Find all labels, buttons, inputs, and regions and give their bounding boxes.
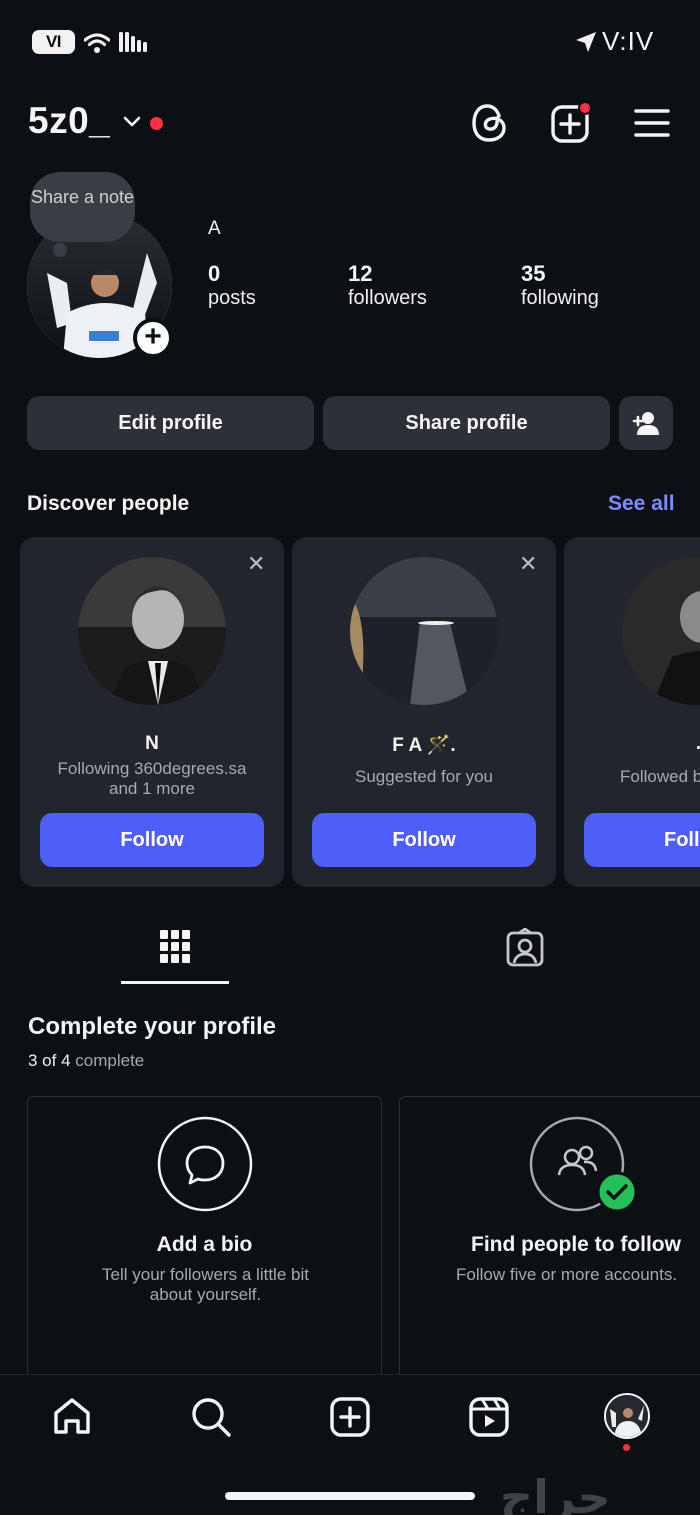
add-bio-card[interactable]: Add a bio Tell your followers a little b… (27, 1096, 382, 1386)
card-description: Tell your followers a little bit about y… (28, 1265, 383, 1305)
suggestion-subtitle: Followed b (620, 767, 700, 786)
complete-profile-title: Complete your profile (28, 1013, 277, 1040)
suggestion-card[interactable]: .. Followed b Foll (564, 537, 700, 887)
edit-profile-button[interactable]: Edit profile (27, 396, 314, 450)
add-story-button[interactable]: + (133, 318, 173, 358)
close-icon[interactable]: ✕ (519, 551, 537, 577)
username-switcher[interactable]: 5z0_ (28, 100, 110, 142)
stat-label: following (521, 287, 599, 309)
suggestion-avatar[interactable] (350, 557, 498, 705)
card-description: Follow five or more accounts. (456, 1265, 678, 1284)
suggestion-name: .. (686, 733, 700, 755)
see-all-link[interactable]: See all (608, 492, 675, 516)
note-tail (53, 243, 67, 257)
suggestion-avatar[interactable] (622, 557, 700, 705)
stat-value: 0 (208, 261, 221, 286)
suggestion-subtitle: Following 360degrees.sa and 1 more (20, 759, 284, 799)
stat-label: posts (208, 287, 256, 309)
watermark-logo: حراج (500, 1471, 611, 1515)
progress-label: complete (75, 1051, 145, 1070)
follow-button[interactable]: Foll (584, 813, 700, 867)
suggestion-avatar[interactable] (78, 557, 226, 705)
share-profile-button[interactable]: Share profile (323, 396, 610, 450)
search-icon[interactable] (190, 1396, 232, 1438)
suggestion-subtitle: Suggested for you (355, 767, 493, 786)
stat-value: 12 (348, 261, 373, 286)
share-note-bubble[interactable]: Share a note (30, 172, 135, 242)
menu-icon[interactable] (634, 107, 670, 139)
complete-profile-progress: 3 of 4 complete (28, 1051, 144, 1071)
battery-level: VI (45, 32, 62, 51)
stat-label: followers (348, 287, 427, 309)
suggestion-card[interactable]: ✕ F A 🪄. Suggested for you Follow (292, 537, 556, 887)
home-icon[interactable] (52, 1396, 92, 1436)
follow-button[interactable]: Follow (40, 813, 264, 867)
progress-count: 3 of 4 (28, 1051, 71, 1070)
suggestion-subtitle-line: and 1 more (109, 779, 195, 798)
suggestion-name: F A 🪄. (392, 735, 456, 756)
stat-following[interactable]: 35 following (521, 261, 599, 310)
home-indicator[interactable] (225, 1492, 475, 1500)
follow-button[interactable]: Follow (312, 813, 536, 867)
notification-dot (150, 117, 163, 130)
create-notification-dot (578, 101, 592, 115)
discover-title: Discover people (27, 492, 190, 515)
tagged-icon[interactable] (505, 928, 545, 968)
suggestion-card[interactable]: ✕ N Following 360degrees.sa and 1 more F… (20, 537, 284, 887)
card-title: Add a bio (156, 1233, 253, 1256)
grid-icon[interactable] (159, 929, 191, 965)
checkmark-icon (596, 1171, 638, 1213)
close-icon[interactable]: ✕ (247, 551, 265, 577)
threads-icon[interactable] (470, 102, 510, 144)
card-description-line: Tell your followers a little bit (102, 1265, 309, 1284)
card-title: Find people to follow (471, 1233, 681, 1256)
wifi-icon (84, 33, 110, 53)
location-arrow-icon (576, 32, 596, 52)
stat-value: 35 (521, 261, 546, 286)
status-time: V:IV (602, 26, 655, 56)
add-person-button[interactable] (619, 396, 673, 450)
speech-bubble-icon (157, 1116, 253, 1212)
suggestion-name: N (145, 733, 159, 754)
card-description-line: about yourself. (149, 1285, 262, 1304)
active-tab-indicator (121, 981, 229, 984)
profile-tab-avatar[interactable] (604, 1393, 650, 1439)
find-people-card[interactable]: Find people to follow Follow five or mor… (399, 1096, 700, 1386)
create-icon[interactable] (329, 1396, 371, 1438)
stat-posts[interactable]: 0 posts (208, 261, 256, 310)
stat-followers[interactable]: 12 followers (348, 261, 427, 310)
display-name: A (208, 218, 221, 239)
suggestion-subtitle-line: Following 360degrees.sa (57, 759, 247, 778)
profile-notification-dot (623, 1444, 630, 1451)
signal-icon (119, 32, 147, 52)
chevron-down-icon[interactable] (122, 115, 142, 129)
note-text: Share a note (30, 187, 135, 207)
reels-icon[interactable] (468, 1396, 510, 1438)
add-person-icon (632, 412, 659, 435)
